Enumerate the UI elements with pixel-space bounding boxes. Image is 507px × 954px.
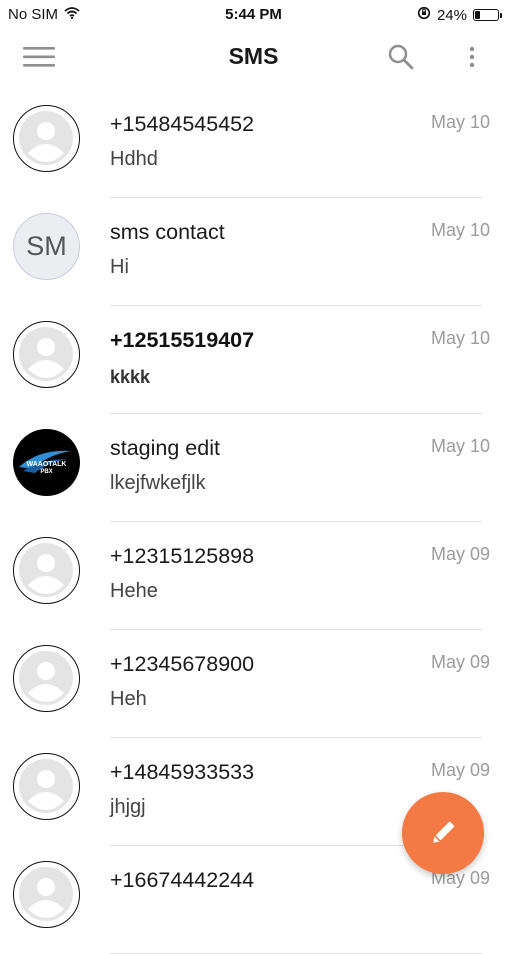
more-vertical-icon[interactable] (460, 40, 484, 74)
default-avatar-icon (13, 321, 80, 388)
message-date: May 09 (430, 652, 490, 672)
battery-percent: 24% (436, 6, 467, 24)
status-bar: No SIM 5:44 PM 24% (0, 0, 507, 30)
message-preview: lkejfwkefjlk (110, 472, 206, 494)
message-date: May 10 (430, 436, 490, 456)
contact-name: +12515519407 (110, 328, 255, 352)
message-date: May 10 (430, 220, 490, 240)
logo-subtext: PBX (40, 469, 52, 475)
avatar-initials-text: SM (26, 231, 67, 261)
logo-text: WAAOTALK (27, 461, 67, 468)
contact-name: staging edit (110, 436, 220, 460)
default-avatar-icon (13, 537, 80, 604)
app-bar: SMS (0, 30, 507, 86)
conversation-row[interactable]: SM sms contact Hi May 10 (0, 198, 507, 306)
status-right: 24% (417, 6, 502, 24)
conversation-row[interactable]: +12515519407 kkkk May 10 (0, 306, 507, 414)
message-date: May 09 (430, 760, 490, 780)
default-avatar-icon (13, 645, 80, 712)
contact-name: +12345678900 (110, 652, 255, 676)
conversation-row[interactable]: +12345678900 Heh May 09 (0, 630, 507, 738)
waaotalk-logo: WAAOTALK PBX (13, 429, 80, 496)
avatar-initials: SM (13, 213, 80, 280)
conversation-row[interactable]: +15484545452 Hdhd May 10 (0, 90, 507, 198)
message-preview: Hi (110, 256, 129, 278)
contact-name: +16674442244 (110, 868, 255, 892)
contact-name: +15484545452 (110, 112, 255, 136)
conversation-row[interactable]: +12315125898 Hehe May 09 (0, 522, 507, 630)
message-preview: Hdhd (110, 148, 158, 170)
contact-name: +12315125898 (110, 544, 255, 568)
default-avatar-icon (13, 861, 80, 928)
pencil-icon (433, 821, 455, 843)
orientation-lock-icon (417, 6, 431, 24)
message-date: May 09 (430, 544, 490, 564)
message-date: May 10 (430, 112, 490, 132)
contact-name: +14845933533 (110, 760, 255, 784)
message-preview: Hehe (110, 580, 158, 602)
message-preview: kkkk (110, 367, 151, 387)
conversation-row[interactable]: WAAOTALK PBX staging edit lkejfwkefjlk May 1… (0, 414, 507, 522)
search-icon[interactable] (384, 40, 418, 74)
message-date: May 10 (430, 328, 490, 348)
message-preview: Heh (110, 688, 147, 710)
default-avatar-icon (13, 753, 80, 820)
default-avatar-icon (13, 105, 80, 172)
battery-icon (473, 9, 502, 21)
compose-button[interactable] (402, 792, 484, 874)
page-title: SMS (228, 43, 279, 69)
message-preview: jhjgj (110, 796, 146, 818)
contact-name: sms contact (110, 220, 225, 244)
